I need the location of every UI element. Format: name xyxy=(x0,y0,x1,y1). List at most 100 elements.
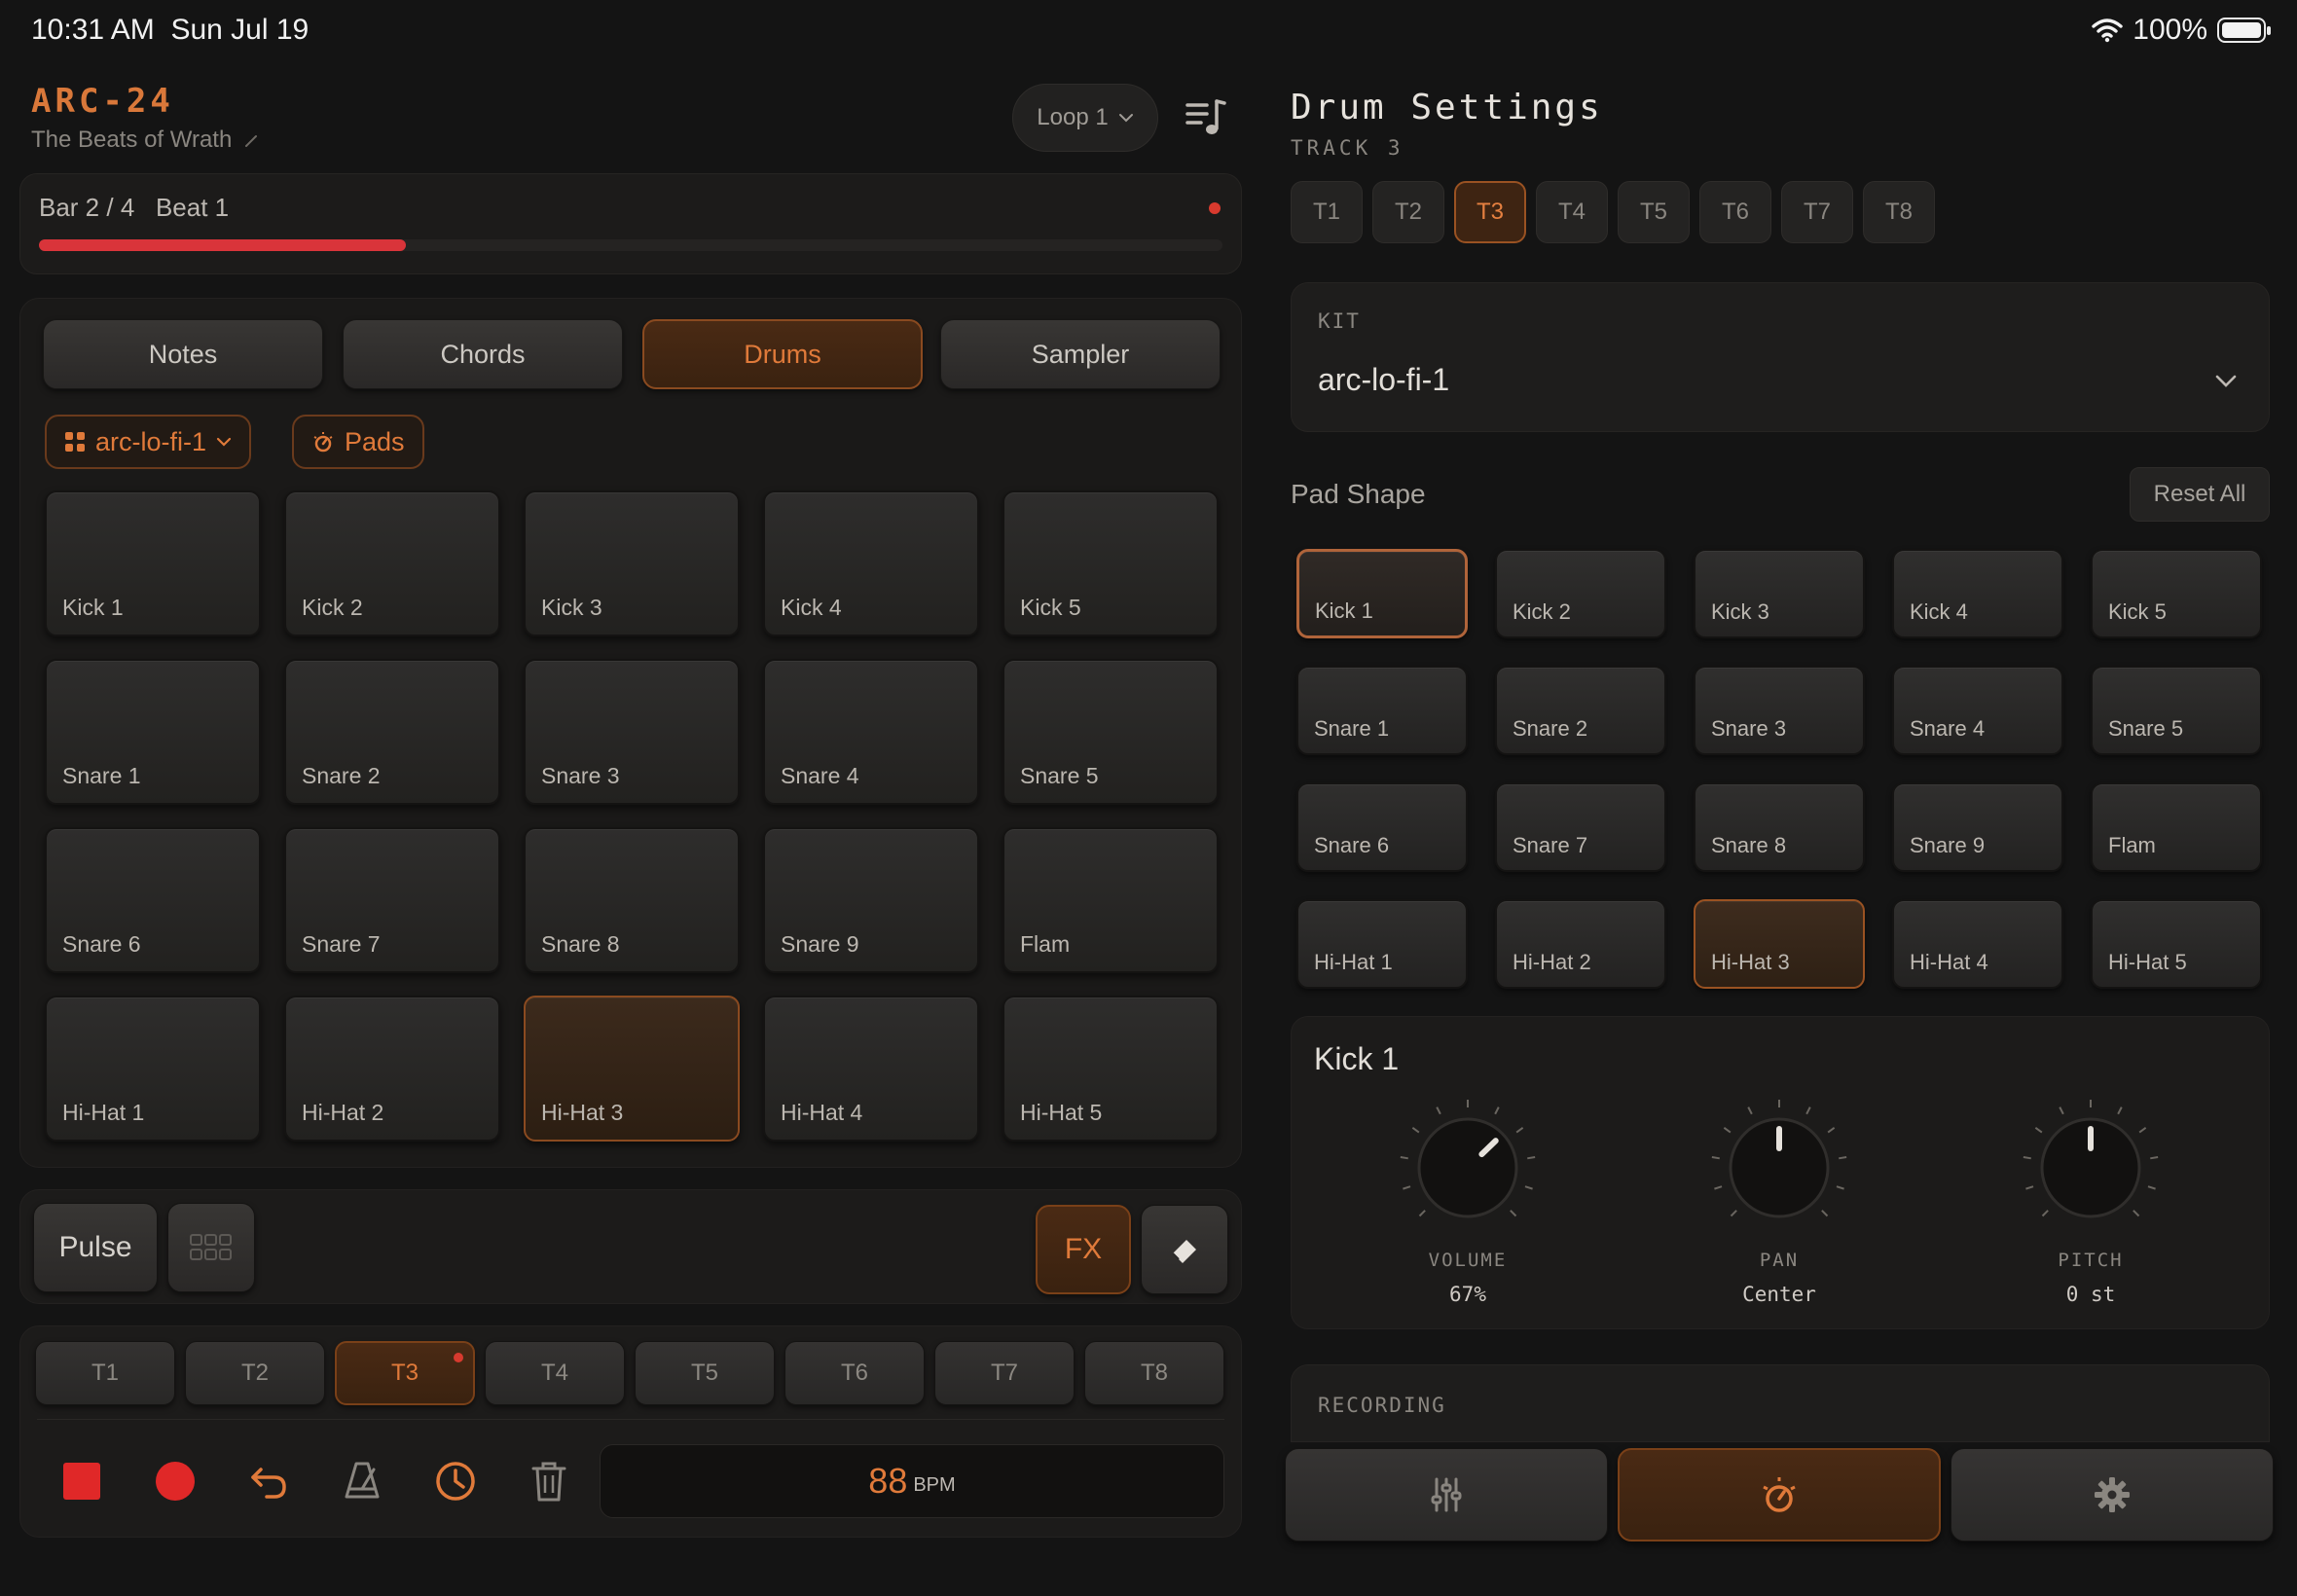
pad-label: Kick 4 xyxy=(781,595,842,620)
tab-sampler[interactable]: Sampler xyxy=(940,319,1221,389)
shape-pad-snare-1[interactable]: Snare 1 xyxy=(1296,666,1468,755)
track-tab-t4[interactable]: T4 xyxy=(485,1341,625,1405)
drum-pad-kick-5[interactable]: Kick 5 xyxy=(1003,490,1219,636)
drum-pad-snare-6[interactable]: Snare 6 xyxy=(45,827,261,973)
settings-tab-label: T4 xyxy=(1557,199,1586,225)
settings-tab-label: T8 xyxy=(1884,199,1913,225)
stop-button[interactable] xyxy=(55,1454,109,1508)
drum-pad-kick-1[interactable]: Kick 1 xyxy=(45,490,261,636)
settings-tab-t6[interactable]: T6 xyxy=(1699,181,1771,243)
settings-tab-t8[interactable]: T8 xyxy=(1863,181,1935,243)
shape-pad-kick-2[interactable]: Kick 2 xyxy=(1495,549,1666,638)
drum-pad-snare-1[interactable]: Snare 1 xyxy=(45,659,261,805)
drum-pad-snare-4[interactable]: Snare 4 xyxy=(763,659,979,805)
shape-pad-label: Flam xyxy=(2108,833,2156,857)
drum-pad-snare-3[interactable]: Snare 3 xyxy=(524,659,740,805)
dial-icon xyxy=(313,432,333,453)
count-in-button[interactable] xyxy=(428,1454,483,1508)
settings-tab-t4[interactable]: T4 xyxy=(1536,181,1608,243)
metronome-button[interactable] xyxy=(335,1454,389,1508)
track-tab-t5[interactable]: T5 xyxy=(635,1341,775,1405)
drum-pad-hi-hat-5[interactable]: Hi-Hat 5 xyxy=(1003,996,1219,1142)
project-subtitle[interactable]: The Beats of Wrath xyxy=(31,127,260,154)
drum-pad-kick-2[interactable]: Kick 2 xyxy=(284,490,500,636)
settings-tab-t5[interactable]: T5 xyxy=(1618,181,1690,243)
drum-pad-hi-hat-3[interactable]: Hi-Hat 3 xyxy=(524,996,740,1142)
shape-pad-kick-1[interactable]: Kick 1 xyxy=(1296,549,1468,638)
shape-pad-hi-hat-5[interactable]: Hi-Hat 5 xyxy=(2091,899,2262,989)
settings-tab-t2[interactable]: T2 xyxy=(1372,181,1444,243)
status-clock: 10:31 AM xyxy=(31,14,155,46)
shape-pad-snare-5[interactable]: Snare 5 xyxy=(2091,666,2262,755)
pad-label: Snare 2 xyxy=(302,763,381,788)
delete-button[interactable] xyxy=(522,1454,576,1508)
track-tab-t6[interactable]: T6 xyxy=(784,1341,925,1405)
pad-label: Snare 8 xyxy=(541,931,620,957)
reset-all-button[interactable]: Reset All xyxy=(2130,467,2270,522)
shape-pad-snare-2[interactable]: Snare 2 xyxy=(1495,666,1666,755)
knob-pan[interactable] xyxy=(1701,1090,1857,1246)
mixer-tab[interactable] xyxy=(1285,1448,1608,1542)
tempo-display[interactable]: 88 BPM xyxy=(600,1444,1224,1518)
shape-pad-label: Hi-Hat 4 xyxy=(1910,950,1988,974)
kit-dropdown[interactable] xyxy=(1291,282,2270,432)
drum-pad-kick-3[interactable]: Kick 3 xyxy=(524,490,740,636)
pads-mode-button[interactable]: Pads xyxy=(292,415,424,469)
shape-pad-snare-8[interactable]: Snare 8 xyxy=(1694,782,1865,872)
record-button[interactable] xyxy=(148,1454,202,1508)
pulse-button[interactable]: Pulse xyxy=(33,1203,158,1292)
shape-pad-hi-hat-2[interactable]: Hi-Hat 2 xyxy=(1495,899,1666,989)
track-tab-t8[interactable]: T8 xyxy=(1084,1341,1224,1405)
eraser-button[interactable] xyxy=(1141,1205,1228,1294)
drum-pad-snare-8[interactable]: Snare 8 xyxy=(524,827,740,973)
music-queue-icon[interactable] xyxy=(1182,93,1230,142)
tab-notes[interactable]: Notes xyxy=(43,319,323,389)
track-tab-t2[interactable]: T2 xyxy=(185,1341,325,1405)
edit-pencil-icon xyxy=(245,135,257,147)
drum-pad-hi-hat-4[interactable]: Hi-Hat 4 xyxy=(763,996,979,1142)
settings-tab-t3[interactable]: T3 xyxy=(1454,181,1526,243)
loop-dropdown[interactable]: Loop 1 xyxy=(1012,84,1158,152)
settings-tab[interactable] xyxy=(1951,1448,2274,1542)
pads-tab[interactable] xyxy=(1618,1448,1941,1542)
shape-pad-snare-3[interactable]: Snare 3 xyxy=(1694,666,1865,755)
pad-label: Hi-Hat 1 xyxy=(62,1100,145,1125)
shape-pad-snare-7[interactable]: Snare 7 xyxy=(1495,782,1666,872)
knob-pitch[interactable] xyxy=(2013,1090,2169,1246)
track-tab-t7[interactable]: T7 xyxy=(934,1341,1075,1405)
dial-icon xyxy=(1763,1477,1796,1512)
tab-drums[interactable]: Drums xyxy=(642,319,923,389)
settings-tab-t7[interactable]: T7 xyxy=(1781,181,1853,243)
shape-pad-kick-3[interactable]: Kick 3 xyxy=(1694,549,1865,638)
drum-pad-hi-hat-2[interactable]: Hi-Hat 2 xyxy=(284,996,500,1142)
shape-pad-flam[interactable]: Flam xyxy=(2091,782,2262,872)
shape-pad-hi-hat-1[interactable]: Hi-Hat 1 xyxy=(1296,899,1468,989)
bar-beat-readout: Bar 2 / 4 Beat 1 xyxy=(39,193,230,222)
pad-label: Hi-Hat 3 xyxy=(541,1100,624,1125)
drum-pad-snare-9[interactable]: Snare 9 xyxy=(763,827,979,973)
track-tab-t3[interactable]: T3 xyxy=(335,1341,475,1405)
shape-pad-snare-6[interactable]: Snare 6 xyxy=(1296,782,1468,872)
drum-pad-kick-4[interactable]: Kick 4 xyxy=(763,490,979,636)
grid-view-button[interactable] xyxy=(167,1203,255,1292)
shape-pad-snare-9[interactable]: Snare 9 xyxy=(1892,782,2063,872)
shape-pad-hi-hat-4[interactable]: Hi-Hat 4 xyxy=(1892,899,2063,989)
track-tab-t1[interactable]: T1 xyxy=(35,1341,175,1405)
undo-button[interactable] xyxy=(241,1454,296,1508)
fx-button[interactable]: FX xyxy=(1036,1205,1131,1294)
shape-pad-kick-5[interactable]: Kick 5 xyxy=(2091,549,2262,638)
shape-pad-snare-4[interactable]: Snare 4 xyxy=(1892,666,2063,755)
kit-selector[interactable]: arc-lo-fi-1 xyxy=(45,415,252,469)
settings-tab-t1[interactable]: T1 xyxy=(1291,181,1363,243)
shape-pad-hi-hat-3[interactable]: Hi-Hat 3 xyxy=(1694,899,1865,989)
knob-volume[interactable] xyxy=(1390,1090,1546,1246)
shape-pad-label: Hi-Hat 5 xyxy=(2108,950,2187,974)
drum-pad-hi-hat-1[interactable]: Hi-Hat 1 xyxy=(45,996,261,1142)
tab-chords[interactable]: Chords xyxy=(343,319,623,389)
drum-pad-flam[interactable]: Flam xyxy=(1003,827,1219,973)
drum-pad-snare-2[interactable]: Snare 2 xyxy=(284,659,500,805)
drum-pad-snare-7[interactable]: Snare 7 xyxy=(284,827,500,973)
status-indicators: 100% xyxy=(2092,14,2271,47)
shape-pad-kick-4[interactable]: Kick 4 xyxy=(1892,549,2063,638)
drum-pad-snare-5[interactable]: Snare 5 xyxy=(1003,659,1219,805)
